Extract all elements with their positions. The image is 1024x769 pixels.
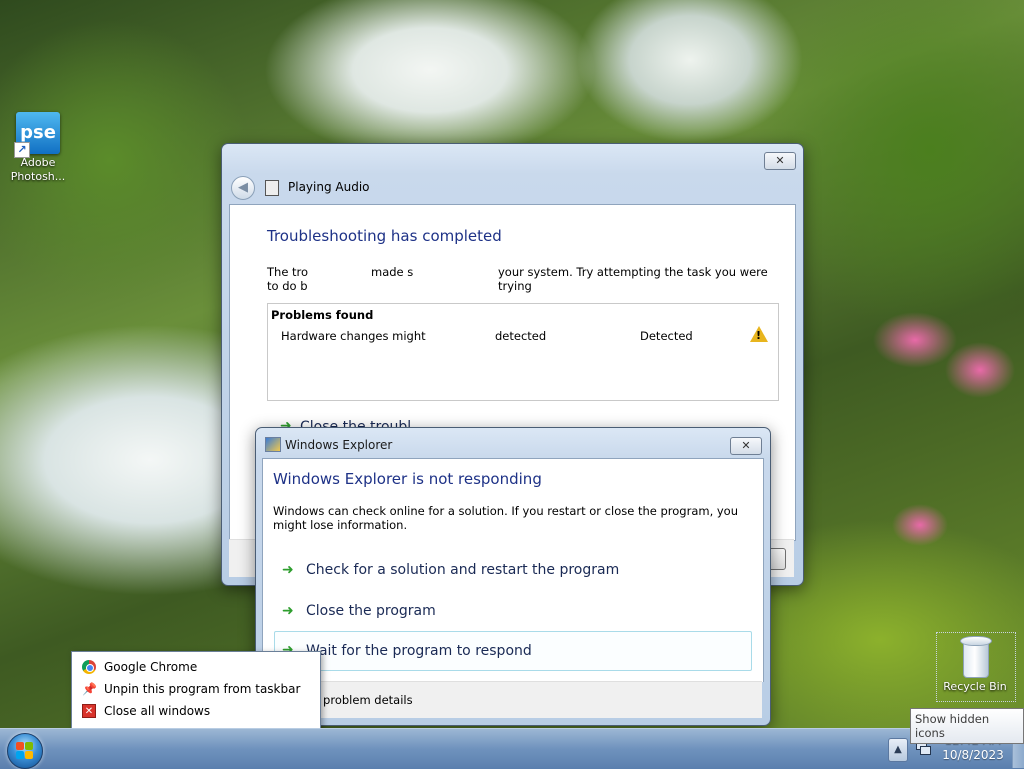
result-text-part3: your system. Try attempting the task you…	[498, 265, 768, 293]
dialog-content: Windows Explorer is not responding Windo…	[262, 458, 764, 682]
chrome-icon	[82, 660, 96, 674]
view-problem-details-link[interactable]: w problem details	[310, 693, 413, 707]
taskbar	[0, 728, 1024, 769]
close-icon: ✕	[775, 154, 785, 167]
close-button[interactable]: ✕	[764, 152, 796, 170]
explorer-not-responding-dialog: Windows Explorer ✕ Windows Explorer is n…	[255, 427, 771, 726]
windows-logo-icon	[16, 742, 34, 760]
dialog-body-text: Windows can check online for a solution.…	[273, 504, 739, 532]
back-button[interactable]: ◀	[231, 176, 255, 200]
problem-name[interactable]: Hardware changes might	[281, 329, 426, 343]
start-button[interactable]	[7, 733, 43, 769]
back-arrow-icon: ◀	[238, 180, 248, 195]
windows-explorer-icon	[265, 437, 281, 452]
problems-found-header: Problems found	[271, 308, 374, 322]
problems-found-table: Problems found Hardware changes might de…	[267, 303, 779, 401]
green-arrow-icon: ➜	[282, 603, 294, 619]
green-arrow-icon: ➜	[282, 562, 294, 578]
close-button[interactable]: ✕	[730, 437, 762, 455]
dialog-title: Windows Explorer	[285, 438, 393, 452]
desktop-icon-label: Adobe Photosh...	[10, 156, 66, 183]
show-hidden-icons-tooltip: Show hidden icons	[910, 708, 1024, 744]
problem-status: Detected	[640, 329, 693, 343]
option-close-program[interactable]: ➜ Close the program	[274, 594, 752, 630]
result-text-line2: to do b	[267, 279, 308, 293]
result-text-part2: made s	[371, 265, 414, 279]
close-icon: ✕	[741, 439, 751, 452]
show-hidden-icons-button[interactable]: ▲	[888, 738, 908, 762]
window-title: Playing Audio	[288, 180, 370, 194]
clock-date: 10/8/2023	[942, 748, 1004, 762]
photoshop-elements-icon: pse ↗	[14, 112, 60, 158]
close-all-icon: ✕	[82, 704, 96, 718]
unpin-icon: 📌	[82, 682, 97, 696]
option-wait-for-program[interactable]: ➜ Wait for the program to respond	[274, 631, 752, 671]
desktop-icon-recycle-bin[interactable]: Recycle Bin	[938, 634, 1012, 694]
option-check-solution[interactable]: ➜ Check for a solution and restart the p…	[274, 553, 752, 589]
dialog-footer: w problem details	[262, 681, 762, 718]
chevron-up-icon: ▲	[894, 744, 902, 755]
troubleshooter-icon	[265, 180, 279, 196]
problem-name-cont: detected	[495, 329, 547, 343]
desktop-icon-photoshop-elements[interactable]: pse ↗ Adobe Photosh...	[6, 112, 70, 184]
taskbar-jump-list: Google Chrome 📌 Unpin this program from …	[71, 651, 321, 729]
desktop-icon-label: Recycle Bin	[943, 680, 1007, 693]
recycle-bin-icon	[958, 634, 992, 678]
dialog-heading: Windows Explorer is not responding	[273, 470, 542, 488]
page-heading: Troubleshooting has completed	[267, 227, 502, 245]
shortcut-arrow-icon: ↗	[14, 142, 30, 158]
result-text-part1: The tro	[267, 265, 309, 279]
